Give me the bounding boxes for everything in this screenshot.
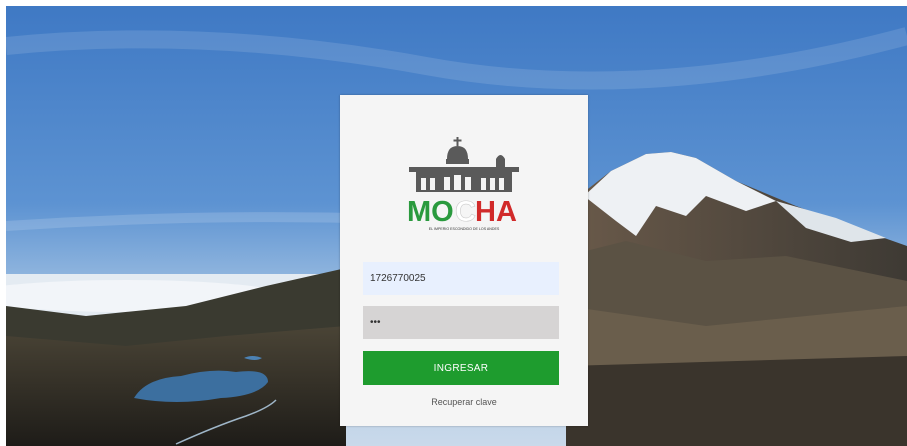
logo-tagline: EL IMPERIO ESCONDIDO DE LOS ANDES [429,227,500,231]
login-card: MO C HA EL IMPERIO ESCONDIDO DE LOS ANDE… [340,95,588,426]
svg-text:MO: MO [407,196,454,228]
username-input[interactable] [363,262,559,295]
login-page: MO C HA EL IMPERIO ESCONDIDO DE LOS ANDE… [6,6,907,446]
mocha-logo: MO C HA EL IMPERIO ESCONDIDO DE LOS ANDE… [407,137,519,231]
login-button[interactable]: INGRESAR [363,351,559,385]
svg-text:HA: HA [475,196,517,228]
password-input[interactable] [363,306,559,339]
recover-password-link[interactable]: Recuperar clave [340,397,588,407]
svg-text:C: C [455,196,476,228]
